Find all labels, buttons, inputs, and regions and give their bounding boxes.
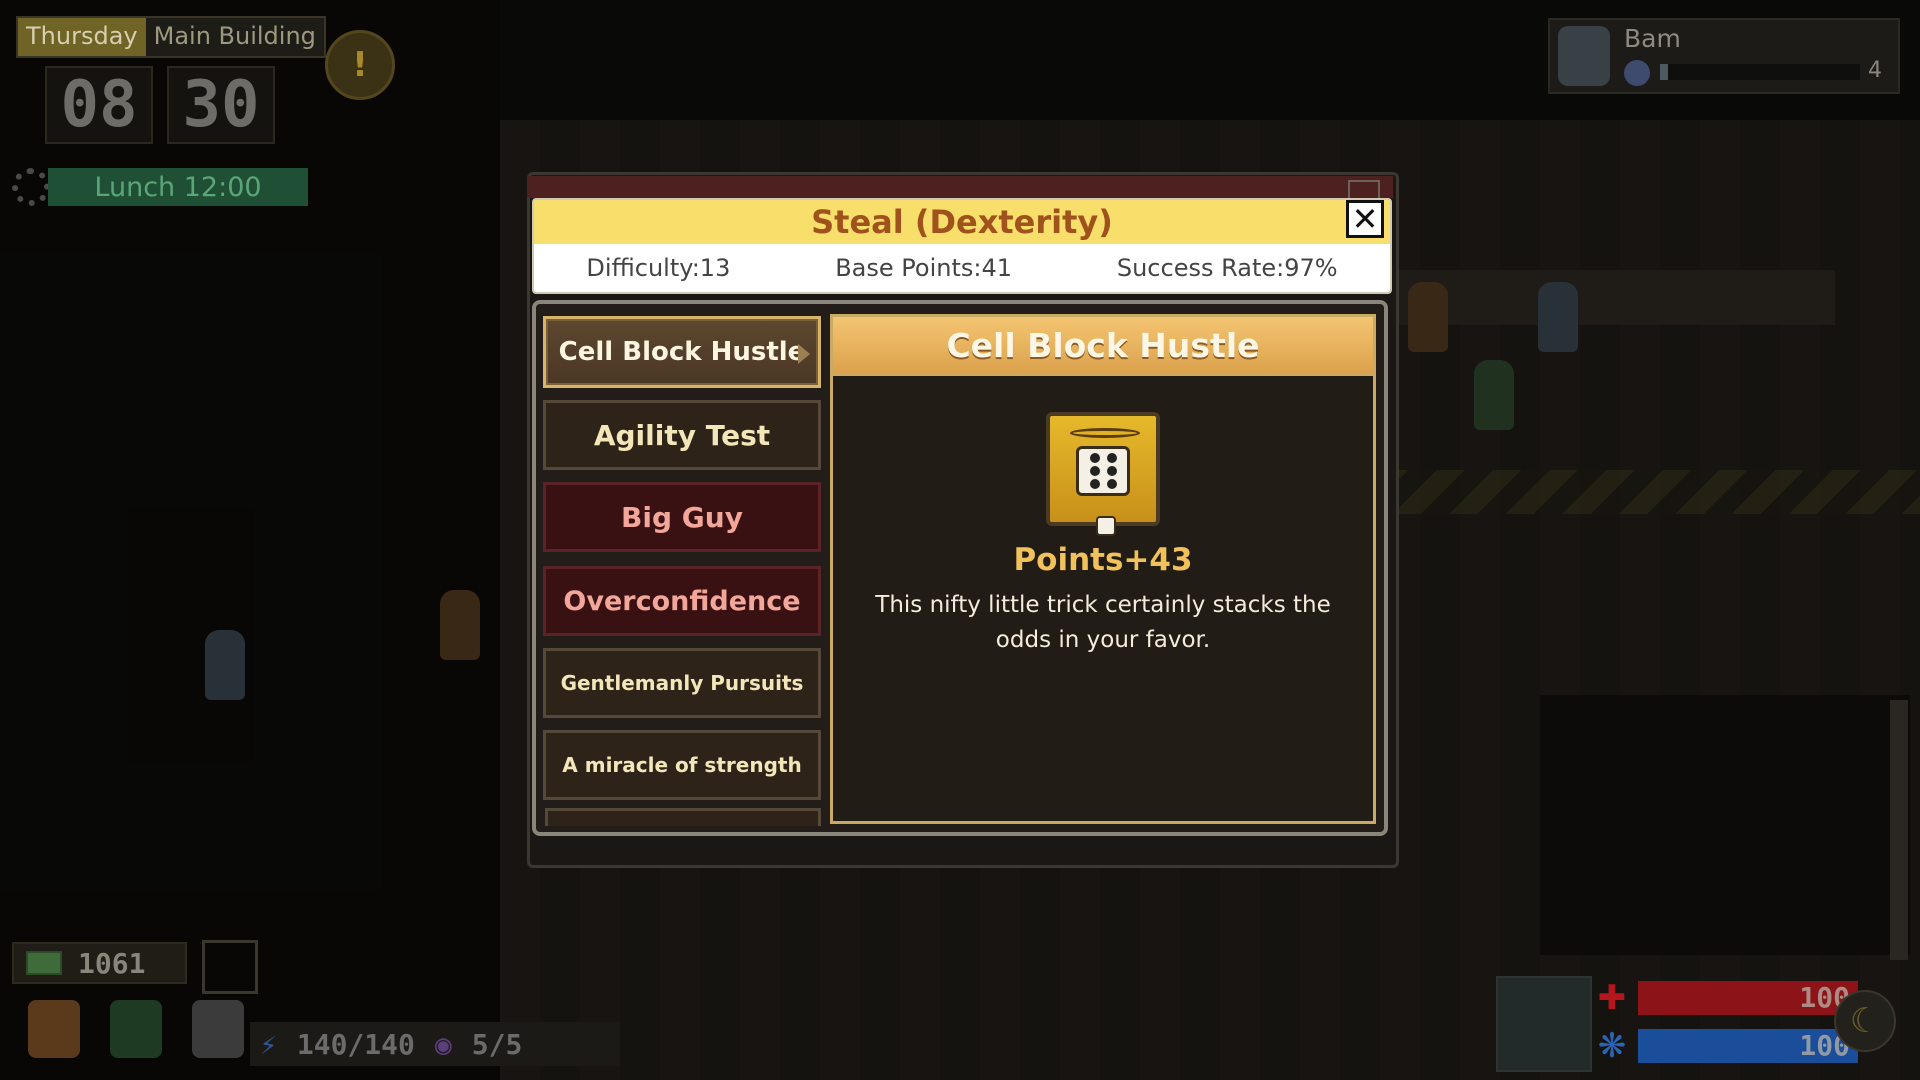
- backdrop-close-icon: [1348, 180, 1380, 200]
- mind-icon: ❋: [1597, 1026, 1627, 1066]
- card-agility-test[interactable]: Agility Test: [543, 400, 821, 470]
- character-portrait[interactable]: [1496, 976, 1592, 1072]
- close-icon: ✕: [1351, 200, 1379, 238]
- player-count: 4: [1868, 58, 1882, 83]
- card-next-partial[interactable]: [545, 808, 821, 826]
- money-value: 1061: [78, 946, 146, 980]
- stats-bar: ⚡ 140/140 ◉ 5/5: [250, 1022, 620, 1066]
- card-big-guy[interactable]: Big Guy: [543, 482, 821, 552]
- date-location-bar: Thursday Main Building: [16, 16, 326, 58]
- die-face: [1076, 446, 1130, 496]
- location-label: Main Building: [153, 22, 316, 50]
- card-label: Agility Test: [593, 418, 771, 452]
- modal-stats: Difficulty:13 Base Points:41 Success Rat…: [534, 244, 1390, 292]
- vital-bars: ✚ 100 ❋ 100: [1594, 978, 1858, 1076]
- vision-icon: ◉: [434, 1027, 452, 1061]
- dice-icon: [1046, 412, 1160, 536]
- money-display: 1061: [12, 942, 187, 984]
- sleep-icon[interactable]: ☾: [1834, 990, 1896, 1052]
- card-cell-block-hustle[interactable]: Cell Block Hustle: [543, 316, 821, 388]
- points-label: Points+43: [1013, 542, 1193, 578]
- warning-icon[interactable]: !: [325, 30, 395, 100]
- day-label: Thursday: [18, 18, 146, 56]
- clock-hour: 08: [45, 66, 153, 144]
- side-scrollbar[interactable]: [1890, 700, 1908, 960]
- modal-header: Steal (Dexterity) Difficulty:13 Base Poi…: [532, 198, 1392, 294]
- player-name: Bam: [1624, 24, 1681, 53]
- card-list[interactable]: Cell Block Hustle Agility Test Big Guy O…: [543, 316, 823, 826]
- schedule-label: Lunch 12:00: [48, 168, 308, 206]
- base-points-label: Base Points:41: [835, 254, 1012, 282]
- clock-minute: 30: [167, 66, 275, 144]
- difficulty-label: Difficulty:13: [586, 254, 731, 282]
- card-label: Gentlemanly Pursuits: [560, 671, 804, 695]
- card-description: This nifty little trick certainly stacks…: [875, 592, 1331, 653]
- modal-title: Steal (Dexterity): [534, 200, 1390, 244]
- energy-value: 140/140: [296, 1027, 415, 1061]
- mood-bar: [1660, 64, 1860, 80]
- card-label: Cell Block Hustle: [558, 337, 806, 367]
- cash-icon: [26, 951, 62, 975]
- card-overconfidence[interactable]: Overconfidence: [543, 566, 821, 636]
- card-label: Overconfidence: [563, 585, 801, 617]
- card-a-miracle-of-strength[interactable]: A miracle of strength: [543, 730, 821, 800]
- close-button[interactable]: ✕: [1346, 200, 1384, 238]
- mind-bar: 100: [1638, 1029, 1858, 1063]
- avatar: [1558, 26, 1610, 86]
- player-profile[interactable]: Bam 4: [1548, 18, 1900, 94]
- journal-icon[interactable]: [192, 1000, 244, 1058]
- small-die-icon: [1096, 516, 1116, 536]
- quick-slots: [28, 1000, 244, 1058]
- bag-icon[interactable]: [28, 1000, 80, 1058]
- card-gentlemanly-pursuits[interactable]: Gentlemanly Pursuits: [543, 648, 821, 718]
- detail-title: Cell Block Hustle: [830, 314, 1376, 376]
- energy-icon: ⚡: [260, 1027, 277, 1061]
- halo-icon: [1070, 428, 1140, 438]
- card-label: Big Guy: [621, 500, 743, 534]
- clock: 08 30: [45, 66, 275, 144]
- map-icon[interactable]: [202, 940, 258, 994]
- health-icon: ✚: [1597, 978, 1627, 1018]
- success-rate-label: Success Rate:97%: [1116, 254, 1338, 282]
- health-bar: 100: [1638, 981, 1858, 1015]
- gear-icon[interactable]: [12, 168, 50, 206]
- vision-value: 5/5: [471, 1027, 523, 1061]
- mood-icon: [1624, 60, 1650, 86]
- card-label: A miracle of strength: [562, 753, 802, 777]
- skills-icon[interactable]: [110, 1000, 162, 1058]
- modal-backdrop-title: [527, 176, 1393, 198]
- chevron-right-icon: [798, 344, 810, 364]
